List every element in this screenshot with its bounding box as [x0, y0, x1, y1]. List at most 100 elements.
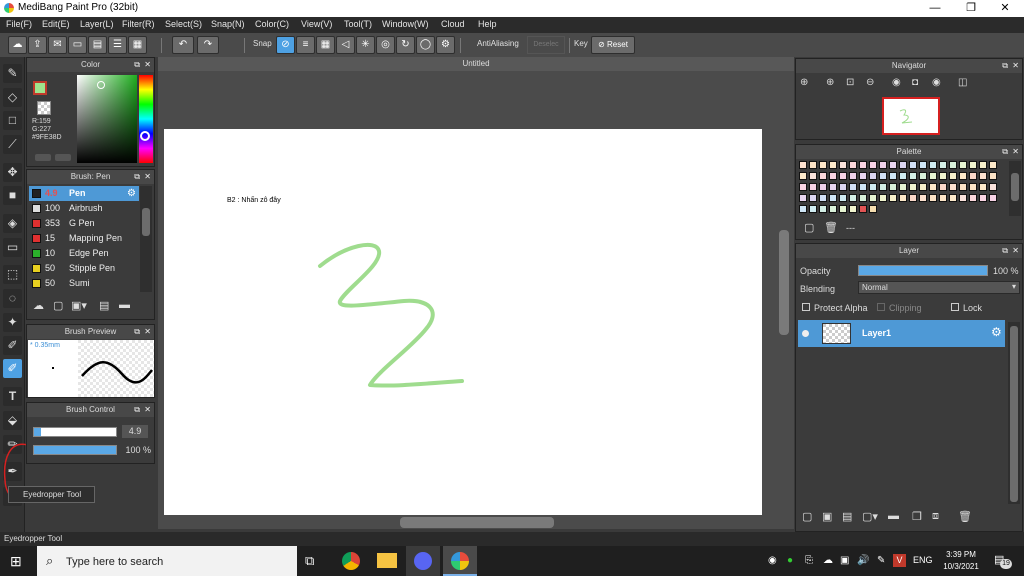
lock-checkbox[interactable] [951, 303, 959, 311]
palette-swatch[interactable] [819, 194, 827, 202]
palette-swatch[interactable] [839, 183, 847, 191]
actual-size-icon[interactable]: ◘ [912, 77, 918, 88]
language-indicator[interactable]: ENG [913, 555, 933, 565]
magic-wand-tool-icon[interactable]: ✦ [3, 313, 22, 332]
volume-icon[interactable]: 🔊 [857, 555, 869, 566]
canvas-horizontal-scrollbar[interactable] [160, 516, 774, 529]
palette-swatch[interactable] [939, 183, 947, 191]
palette-swatch[interactable] [829, 172, 837, 180]
delete-layer-icon[interactable]: 🗑 [958, 510, 972, 523]
scrollbar-thumb[interactable] [142, 208, 150, 236]
palette-swatch[interactable] [929, 172, 937, 180]
palette-swatch[interactable] [969, 194, 977, 202]
palette-swatch[interactable] [879, 183, 887, 191]
brush-item[interactable]: 100 Airbrush [29, 201, 139, 216]
new-8bit-layer-icon[interactable]: ▣ [822, 510, 832, 523]
fit-icon[interactable]: ⊡ [846, 77, 854, 88]
palette-swatch[interactable] [959, 194, 967, 202]
panel-close-icon[interactable]: ✕ [144, 58, 151, 72]
undock-icon[interactable]: ⧉ [134, 58, 140, 72]
brush-item[interactable]: 353 G Pen [29, 216, 139, 231]
palette-swatch[interactable] [959, 161, 967, 169]
palette-swatch[interactable] [799, 161, 807, 169]
snap-perspective-icon[interactable]: ◁ [336, 36, 355, 54]
palette-swatch[interactable] [879, 172, 887, 180]
palette-swatch[interactable] [849, 161, 857, 169]
select-pen-tool-icon[interactable]: ✐ [3, 336, 22, 355]
palette-swatch[interactable] [979, 194, 987, 202]
palette-swatch[interactable] [869, 194, 877, 202]
menu-file[interactable]: File(F) [6, 19, 32, 29]
palette-swatch[interactable] [879, 161, 887, 169]
select-eraser-tool-icon[interactable]: ✐ [3, 359, 22, 378]
brush-folder-icon[interactable]: ▬ [119, 299, 130, 311]
brush-opacity-slider[interactable] [33, 445, 117, 455]
palette-swatch[interactable] [799, 205, 807, 213]
palette-swatch[interactable] [899, 172, 907, 180]
palette-swatch[interactable] [909, 161, 917, 169]
notification-button[interactable]: ▤ 19 [994, 553, 1012, 569]
menu-window[interactable]: Window(W) [382, 19, 429, 29]
palette-swatch[interactable] [849, 205, 857, 213]
search-box[interactable]: ⌕ Type here to search [37, 546, 297, 576]
gradient-tool-icon[interactable]: ▭ [3, 238, 22, 257]
hue-cursor[interactable] [140, 131, 150, 141]
palette-swatch[interactable] [959, 172, 967, 180]
menu-view[interactable]: View(V) [301, 19, 332, 29]
panel-close-icon[interactable]: ✕ [144, 403, 151, 417]
clock[interactable]: 3:39 PM 10/3/2021 [940, 549, 982, 573]
brush-list-scrollbar[interactable] [140, 186, 152, 292]
zoom-in-icon[interactable]: ⊕ [800, 77, 808, 88]
palette-swatch[interactable] [879, 194, 887, 202]
palette-swatch[interactable] [819, 161, 827, 169]
horizontal-scroll-thumb[interactable] [400, 517, 554, 528]
list-icon[interactable]: ☰ [108, 36, 127, 54]
minimize-button[interactable]: — [918, 0, 952, 17]
layer-opacity-slider[interactable] [858, 265, 988, 276]
palette-swatch[interactable] [939, 161, 947, 169]
tray-network-icon[interactable]: ▣ [840, 555, 849, 566]
panel-close-icon[interactable]: ✕ [1012, 145, 1019, 159]
sv-picker-cursor[interactable] [97, 81, 105, 89]
document-icon[interactable]: ▤ [88, 36, 107, 54]
medibang-taskbar-item[interactable] [443, 546, 477, 576]
tray-edit-icon[interactable]: ✎ [877, 555, 885, 566]
palette-swatch[interactable] [829, 205, 837, 213]
palette-swatch[interactable] [979, 183, 987, 191]
layer-scrollbar[interactable] [1008, 322, 1020, 504]
menu-cloud[interactable]: Cloud [441, 19, 465, 29]
palette-swatch[interactable] [949, 194, 957, 202]
zoom-in-icon[interactable]: ⊕ [826, 77, 834, 88]
eraser-tool-icon[interactable]: ◇ [3, 88, 22, 107]
palette-swatch[interactable] [859, 172, 867, 180]
palette-swatch[interactable] [929, 161, 937, 169]
operation-tool-icon[interactable]: ⬙ [3, 411, 22, 430]
palette-swatch[interactable] [899, 161, 907, 169]
move-tool-icon[interactable]: ✥ [3, 163, 22, 182]
chrome-icon[interactable] [342, 552, 360, 570]
palette-swatch[interactable] [839, 194, 847, 202]
duplicate-layer-icon[interactable]: ❐ [912, 510, 922, 523]
tray-v-icon[interactable]: V [893, 554, 906, 567]
foreground-color-swatch[interactable] [33, 81, 47, 95]
zoom-out-icon[interactable]: ⊖ [866, 77, 874, 88]
palette-scrollbar[interactable] [1009, 161, 1021, 216]
brush-menu-icon[interactable]: ▣▾ [71, 299, 87, 312]
palette-swatch[interactable] [979, 161, 987, 169]
palette-swatch[interactable] [829, 183, 837, 191]
bucket-tool-icon[interactable]: ◈ [3, 214, 22, 233]
color-edit-button[interactable] [55, 154, 71, 161]
palette-swatch[interactable] [839, 161, 847, 169]
palette-swatch[interactable] [939, 172, 947, 180]
palette-swatch[interactable] [909, 183, 917, 191]
palette-swatch[interactable] [899, 194, 907, 202]
document-tab[interactable]: Untitled [158, 57, 794, 71]
palette-swatch[interactable] [799, 183, 807, 191]
maximize-button[interactable]: ❐ [954, 0, 988, 17]
tray-discord-icon[interactable]: ◉ [768, 555, 777, 566]
color-option-button[interactable] [35, 154, 51, 161]
snap-grid-icon[interactable]: ▦ [316, 36, 335, 54]
brush-settings-icon[interactable]: ▤ [99, 299, 109, 312]
palette-swatch[interactable] [849, 183, 857, 191]
palette-swatch[interactable] [909, 172, 917, 180]
